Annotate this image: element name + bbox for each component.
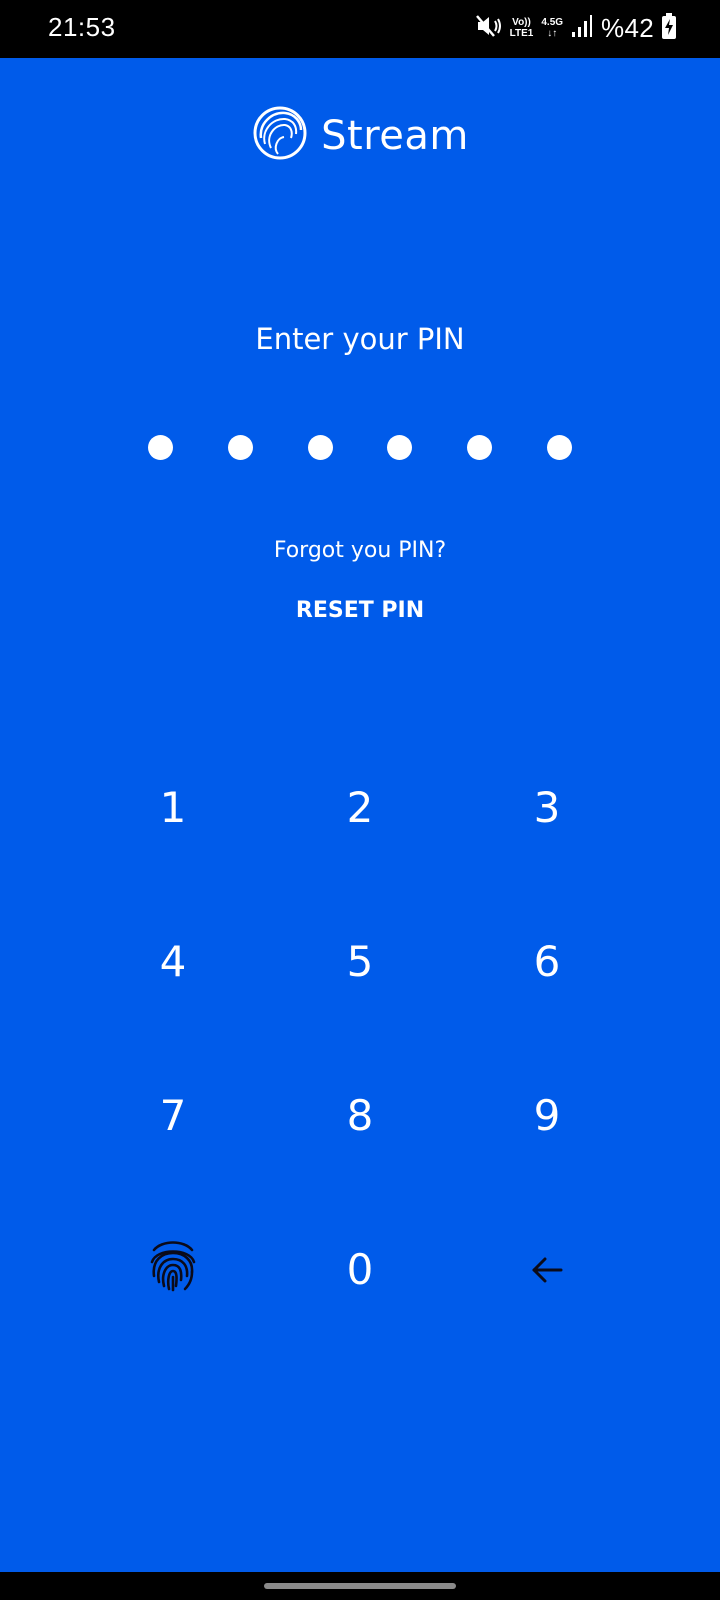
network-gen-label: 4.5G bbox=[541, 17, 564, 28]
lte-label: LTE1 bbox=[509, 28, 534, 39]
data-arrows-icon: ↓↑ bbox=[547, 28, 558, 39]
stream-swirl-icon bbox=[251, 104, 309, 167]
key-3[interactable]: 3 bbox=[454, 730, 640, 884]
status-time: 21:53 bbox=[48, 12, 116, 42]
pin-prompt: Enter your PIN bbox=[255, 322, 465, 356]
home-gesture-handle[interactable] bbox=[264, 1583, 456, 1589]
pin-dot bbox=[467, 435, 493, 460]
numeric-keypad: 1 2 3 4 5 6 7 8 9 0 bbox=[80, 730, 640, 1346]
app-logo: Stream bbox=[0, 104, 720, 167]
pin-indicator bbox=[148, 435, 572, 461]
key-5[interactable]: 5 bbox=[267, 884, 453, 1038]
volte-indicator: Vo)) LTE1 bbox=[510, 17, 534, 39]
fingerprint-icon bbox=[148, 1236, 198, 1302]
key-1[interactable]: 1 bbox=[80, 730, 266, 884]
app-name: Stream bbox=[321, 112, 469, 159]
status-bar: 21:53 Vo)) LTE1 4.5G ↓↑ %42 bbox=[0, 0, 720, 58]
reset-pin-row: RESET PIN bbox=[0, 598, 720, 623]
signal-icon bbox=[571, 14, 593, 43]
network-gen-indicator: 4.5G ↓↑ bbox=[541, 17, 563, 39]
battery-percent: %42 bbox=[601, 12, 654, 43]
pin-dot bbox=[227, 435, 253, 460]
key-0[interactable]: 0 bbox=[267, 1192, 453, 1346]
backspace-button[interactable] bbox=[454, 1192, 640, 1346]
battery-charging-icon bbox=[662, 12, 676, 44]
key-9[interactable]: 9 bbox=[454, 1038, 640, 1192]
key-6[interactable]: 6 bbox=[454, 884, 640, 1038]
mute-vibrate-icon bbox=[474, 12, 502, 45]
pin-dot bbox=[148, 435, 173, 460]
pin-dot bbox=[387, 435, 413, 460]
fingerprint-button[interactable] bbox=[80, 1192, 266, 1346]
key-4[interactable]: 4 bbox=[80, 884, 266, 1038]
backspace-arrow-icon bbox=[530, 1245, 564, 1294]
pin-lock-screen: 21:53 Vo)) LTE1 4.5G ↓↑ %42 Stream Enter… bbox=[0, 0, 720, 1600]
pin-dot bbox=[546, 435, 572, 460]
pin-dot bbox=[307, 435, 333, 460]
key-7[interactable]: 7 bbox=[80, 1038, 266, 1192]
key-8[interactable]: 8 bbox=[267, 1038, 453, 1192]
volte-label: Vo)) bbox=[512, 17, 531, 28]
key-2[interactable]: 2 bbox=[267, 730, 453, 884]
navigation-bar bbox=[0, 1572, 720, 1600]
reset-pin-button[interactable]: RESET PIN bbox=[296, 598, 424, 623]
status-icons: Vo)) LTE1 4.5G ↓↑ %42 bbox=[474, 10, 676, 46]
forgot-pin-text: Forgot you PIN? bbox=[273, 538, 447, 563]
